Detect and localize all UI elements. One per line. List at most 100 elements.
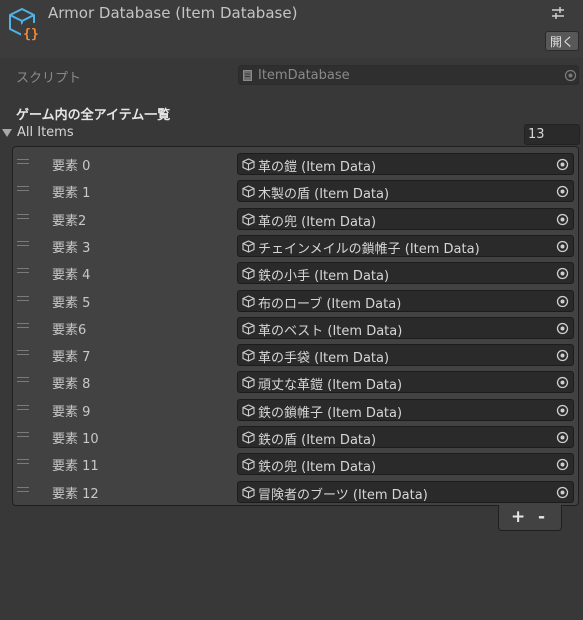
drag-handle-icon[interactable]: [17, 404, 29, 410]
object-picker-icon[interactable]: [556, 213, 569, 226]
script-file-icon: [243, 70, 252, 81]
drag-handle-icon[interactable]: [17, 213, 29, 219]
object-value: 木製の盾 (Item Data): [258, 187, 390, 203]
object-field[interactable]: 鉄の兜 (Item Data): [237, 453, 574, 476]
object-picker-icon[interactable]: [564, 69, 577, 82]
svg-text:{}: {}: [23, 27, 39, 42]
object-field[interactable]: 革の鎧 (Item Data): [237, 153, 574, 175]
object-picker-icon[interactable]: [556, 349, 569, 362]
add-element-button[interactable]: +: [511, 507, 525, 527]
list-item[interactable]: 要素 9 鉄の鎖帷子 (Item Data): [13, 396, 578, 423]
drag-handle-icon[interactable]: [17, 377, 29, 383]
script-field: ItemDatabase: [238, 65, 579, 85]
object-picker-icon[interactable]: [556, 458, 569, 471]
list-item[interactable]: 要素 1 木製の盾 (Item Data): [13, 177, 578, 204]
scriptable-object-icon: {}: [9, 8, 41, 42]
foldout-arrow-icon[interactable]: [2, 129, 12, 137]
drag-handle-icon[interactable]: [17, 186, 29, 192]
object-field[interactable]: 革の兜 (Item Data): [237, 207, 574, 230]
foldout-label[interactable]: All Items: [17, 125, 74, 140]
object-picker-icon[interactable]: [556, 267, 569, 280]
object-picker-icon[interactable]: [556, 486, 569, 499]
drag-handle-icon[interactable]: [17, 350, 29, 356]
object-field[interactable]: 布のローブ (Item Data): [237, 289, 574, 312]
element-label: 要素 0: [52, 159, 91, 174]
object-value: 鉄の兜 (Item Data): [258, 460, 377, 476]
list-item[interactable]: 要素 5 布のローブ (Item Data): [13, 287, 578, 314]
object-field[interactable]: 冒険者のブーツ (Item Data): [237, 480, 574, 503]
element-label: 要素 11: [52, 459, 99, 475]
scriptable-object-icon: [242, 458, 255, 471]
list-item[interactable]: 要素 11 鉄の兜 (Item Data): [13, 450, 578, 477]
object-picker-icon[interactable]: [556, 404, 569, 417]
list-item[interactable]: 要素 10 鉄の盾 (Item Data): [13, 423, 578, 450]
object-field[interactable]: 革の手袋 (Item Data): [237, 344, 574, 367]
object-field[interactable]: 鉄の盾 (Item Data): [237, 426, 574, 448]
array-size-field[interactable]: 13: [524, 124, 580, 145]
object-field[interactable]: 木製の盾 (Item Data): [237, 180, 574, 203]
object-picker-icon[interactable]: [556, 158, 569, 171]
scriptable-object-icon: [242, 485, 255, 499]
object-field[interactable]: 革のベスト (Item Data): [237, 316, 574, 339]
scriptable-object-icon: [242, 322, 255, 335]
list-item[interactable]: 要素 3 チェインメイルの鎖帷子 (Item Data): [13, 232, 578, 259]
element-label: 要素6: [52, 322, 87, 338]
object-value: 冒険者のブーツ (Item Data): [258, 487, 428, 503]
object-value: 革の手袋 (Item Data): [258, 351, 390, 367]
drag-handle-icon[interactable]: [17, 159, 29, 164]
script-row: スクリプト ItemDatabase: [0, 64, 583, 86]
object-picker-icon[interactable]: [556, 240, 569, 253]
all-items-foldout[interactable]: All Items 13: [0, 124, 583, 145]
scriptable-object-icon: [242, 404, 255, 417]
inspector-header: {} Armor Database (Item Database) 開く: [0, 0, 583, 58]
object-field[interactable]: 鉄の小手 (Item Data): [237, 262, 574, 285]
drag-handle-icon[interactable]: [17, 459, 29, 465]
list-item[interactable]: 要素 4 鉄の小手 (Item Data): [13, 259, 578, 286]
list-item[interactable]: 要素 7 革の手袋 (Item Data): [13, 341, 578, 368]
object-picker-icon[interactable]: [556, 376, 569, 389]
drag-handle-icon[interactable]: [17, 268, 29, 274]
object-value: 革のベスト (Item Data): [258, 323, 403, 339]
drag-handle-icon[interactable]: [17, 486, 29, 492]
list-item[interactable]: 要素2 革の兜 (Item Data): [13, 205, 578, 232]
object-field[interactable]: 鉄の鎖帷子 (Item Data): [237, 398, 574, 421]
scriptable-object-icon: [242, 240, 255, 253]
section-header: ゲーム内の全アイテム一覧: [16, 108, 171, 123]
element-label: 要素 5: [52, 295, 91, 311]
scriptable-object-icon: [242, 212, 255, 226]
element-label: 要素 3: [52, 240, 91, 256]
object-picker-icon[interactable]: [556, 295, 569, 308]
drag-handle-icon[interactable]: [17, 295, 29, 301]
object-value: 鉄の鎖帷子 (Item Data): [258, 405, 403, 421]
drag-handle-icon[interactable]: [17, 432, 29, 437]
list-item[interactable]: 要素 8 頑丈な革鎧 (Item Data): [13, 368, 578, 395]
inspector-title: Armor Database (Item Database): [48, 4, 298, 22]
object-value: 頑丈な革鎧 (Item Data): [258, 378, 403, 394]
object-picker-icon[interactable]: [556, 185, 569, 198]
drag-handle-icon[interactable]: [17, 322, 29, 328]
scriptable-object-icon: [242, 349, 255, 362]
list-item[interactable]: 要素 12 冒険者のブーツ (Item Data): [13, 478, 578, 505]
remove-element-button[interactable]: -: [538, 507, 545, 527]
object-value: 革の鎧 (Item Data): [258, 160, 377, 175]
object-value: 鉄の盾 (Item Data): [258, 433, 377, 448]
object-picker-icon[interactable]: [556, 322, 569, 335]
list-item[interactable]: 要素 0 革の鎧 (Item Data): [13, 150, 578, 177]
scriptable-object-icon: [242, 158, 255, 171]
object-value: 鉄の小手 (Item Data): [258, 269, 390, 285]
settings-sliders-icon[interactable]: [551, 6, 565, 20]
item-list: 要素 0 革の鎧 (Item Data) 要素 1 木製の盾 (Item Data) 要…: [12, 146, 579, 506]
element-label: 要素 12: [52, 486, 99, 502]
script-value: ItemDatabase: [258, 68, 350, 83]
list-footer: + -: [498, 505, 562, 531]
element-label: 要素 1: [52, 186, 91, 202]
script-label: スクリプト: [16, 71, 82, 86]
scriptable-object-icon: [242, 267, 255, 280]
list-item[interactable]: 要素6 革のベスト (Item Data): [13, 314, 578, 341]
object-field[interactable]: チェインメイルの鎖帷子 (Item Data): [237, 234, 574, 257]
object-value: 布のローブ (Item Data): [258, 296, 402, 312]
drag-handle-icon[interactable]: [17, 240, 29, 246]
object-picker-icon[interactable]: [556, 431, 569, 444]
object-field[interactable]: 頑丈な革鎧 (Item Data): [237, 371, 574, 394]
open-button[interactable]: 開く: [545, 31, 579, 51]
